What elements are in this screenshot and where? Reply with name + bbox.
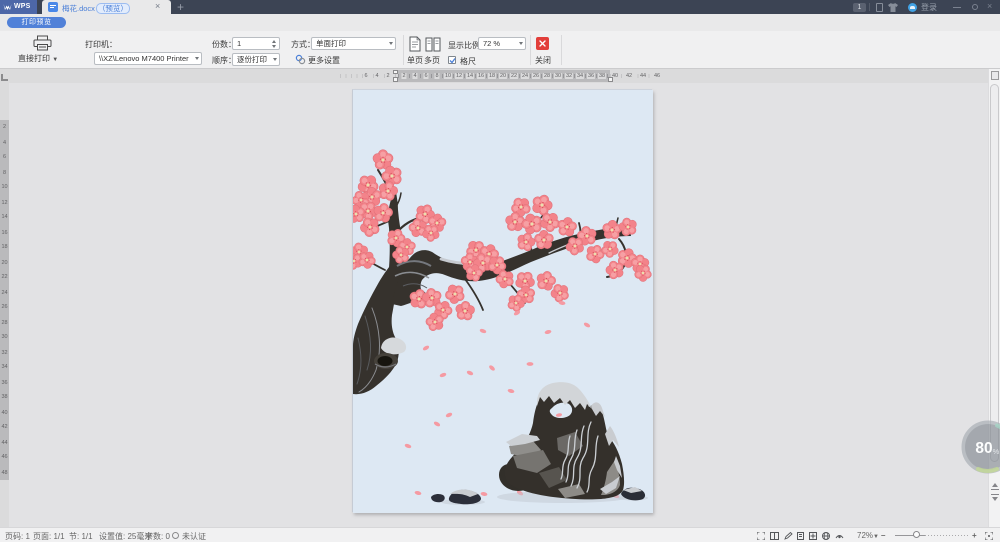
svg-text:%: % — [993, 447, 1000, 456]
svg-text:80: 80 — [975, 440, 992, 457]
